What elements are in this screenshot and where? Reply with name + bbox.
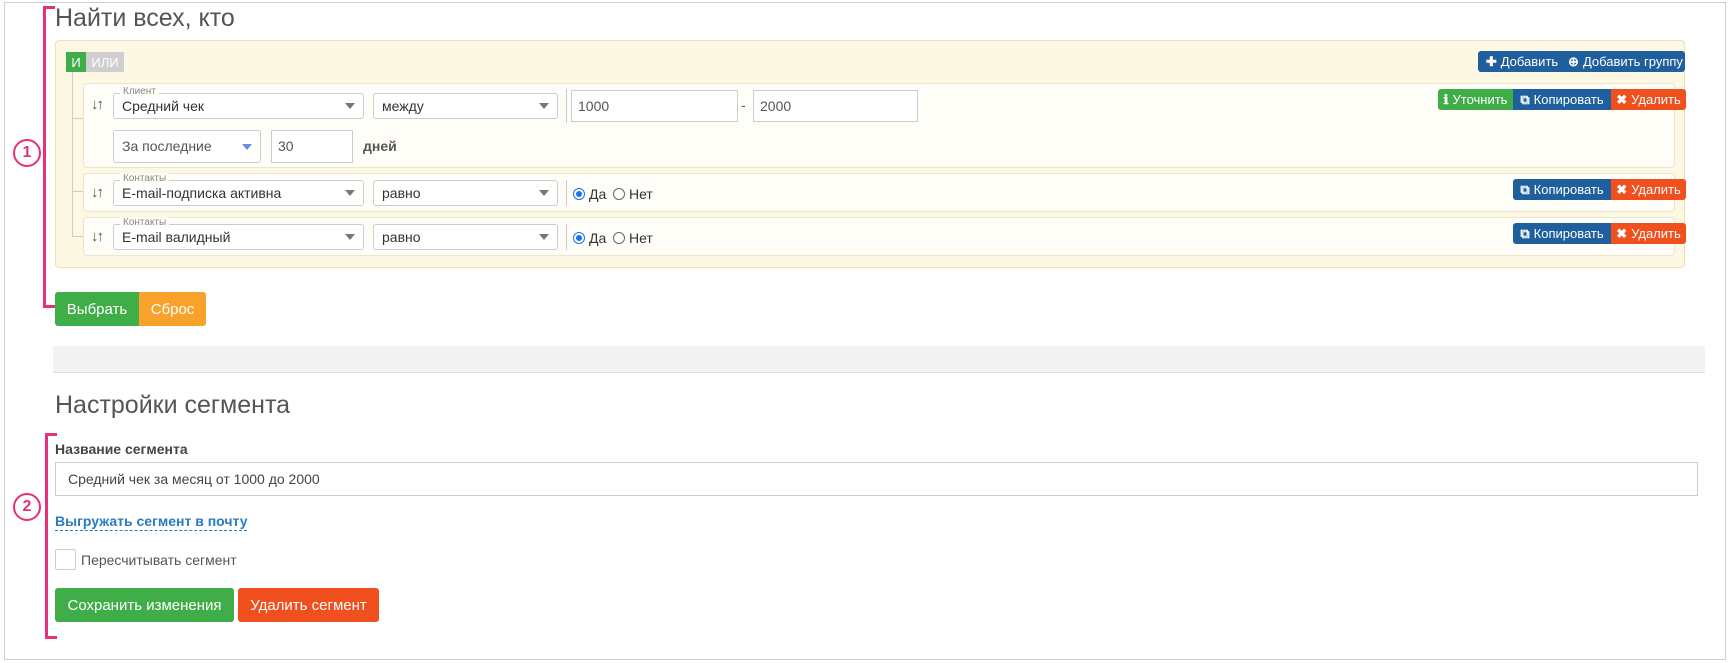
radio-yes[interactable]: Да [573,230,606,246]
field-group-label: Клиент [120,86,159,97]
reset-button[interactable]: Сброс [139,292,206,326]
close-icon: ✖ [1616,181,1628,197]
section-2-marker: 2 [13,493,41,521]
close-icon: ✖ [1616,91,1628,107]
separator [566,180,567,206]
radio-no-label: Нет [629,186,653,202]
save-changes-button[interactable]: Сохранить изменения [55,588,234,622]
radio-dot [613,232,625,244]
select-button[interactable]: Выбрать [55,292,139,326]
operator-select-value: равно [382,185,421,201]
operator-select[interactable]: между [373,93,558,119]
copy-button[interactable]: ⧉ Копировать [1513,223,1611,244]
delete-label: Удалить [1631,182,1681,197]
operator-select[interactable]: равно [373,224,558,250]
export-to-email-link[interactable]: Выгружать сегмент в почту [55,513,248,531]
add-rule-button[interactable]: ✚ Добавить [1478,51,1566,72]
radio-no-label: Нет [629,230,653,246]
recalculate-label[interactable]: Пересчитывать сегмент [81,552,237,568]
radio-yes-label: Да [589,230,607,246]
refine-label: Уточнить [1452,92,1508,107]
radio-no[interactable]: Нет [613,186,653,202]
copy-icon: ⧉ [1520,225,1530,241]
section-1-marker: 1 [13,139,41,167]
filter-title: Найти всех, кто [55,4,235,32]
copy-button[interactable]: ⧉ Копировать [1513,89,1611,110]
delete-button[interactable]: ✖ Удалить [1611,89,1686,110]
copy-button[interactable]: ⧉ Копировать [1513,179,1611,200]
add-rule-label: Добавить [1500,54,1559,69]
tree-line [72,72,73,236]
radio-yes[interactable]: Да [573,186,606,202]
radio-dot-checked [573,232,585,244]
toggle-or[interactable]: ИЛИ [86,52,124,72]
separator [566,89,567,123]
settings-title: Настройки сегмента [55,391,291,419]
radio-dot [613,188,625,200]
copy-label: Копировать [1533,182,1604,197]
radio-dot-checked [573,188,585,200]
close-icon: ✖ [1616,225,1628,241]
delete-segment-button[interactable]: Удалить сегмент [238,588,379,622]
toggle-and[interactable]: И [66,52,86,72]
segment-name-input[interactable]: Средний чек за месяц от 1000 до 2000 [55,462,1698,496]
recalculate-checkbox[interactable] [55,549,76,570]
chevron-down-icon [539,190,549,196]
field-group-label: Контакты [120,173,170,184]
radio-yes-label: Да [589,186,607,202]
sort-handle-icon[interactable]: ↓↑ [91,228,104,245]
operator-select[interactable]: равно [373,180,558,206]
copy-icon: ⧉ [1520,181,1530,197]
separator [566,224,567,250]
sort-handle-icon[interactable]: ↓↑ [91,184,104,201]
period-unit-label: дней [363,138,397,154]
period-value-input[interactable]: 30 [271,130,353,163]
period-select-value: За последние [122,138,212,154]
chevron-down-icon [242,144,252,150]
delete-button[interactable]: ✖ Удалить [1611,223,1686,244]
chevron-down-icon [345,190,355,196]
segment-name-label: Название сегмента [55,441,188,457]
copy-label: Копировать [1533,226,1604,241]
refine-button[interactable]: ℹ Уточнить [1438,89,1513,110]
delete-label: Удалить [1631,226,1681,241]
info-icon: ℹ [1443,91,1449,107]
sort-handle-icon[interactable]: ↓↑ [91,96,104,113]
chevron-down-icon [539,103,549,109]
section-divider [53,346,1705,373]
copy-icon: ⧉ [1520,91,1530,107]
chevron-down-icon [345,234,355,240]
period-select[interactable]: За последние [113,130,261,163]
delete-label: Удалить [1631,92,1681,107]
field-select-value: E-mail валидный [122,229,231,245]
value-from-input[interactable]: 1000 [571,90,738,122]
field-select-value: Средний чек [122,98,205,114]
plus-icon: ✚ [1485,53,1497,69]
range-separator: - [741,97,746,113]
add-group-button[interactable]: ⊕ Добавить группу [1566,51,1685,72]
radio-no[interactable]: Нет [613,230,653,246]
plus-circle-icon: ⊕ [1568,53,1579,69]
operator-select-value: равно [382,229,421,245]
chevron-down-icon [539,234,549,240]
add-group-label: Добавить группу [1582,54,1683,69]
field-group-label: Контакты [120,217,170,228]
copy-label: Копировать [1533,92,1604,107]
delete-button[interactable]: ✖ Удалить [1611,179,1686,200]
chevron-down-icon [345,103,355,109]
operator-select-value: между [382,98,424,114]
field-select-value: E-mail-подписка активна [122,185,282,201]
section-1-bracket [43,6,55,308]
value-to-input[interactable]: 2000 [753,90,918,122]
